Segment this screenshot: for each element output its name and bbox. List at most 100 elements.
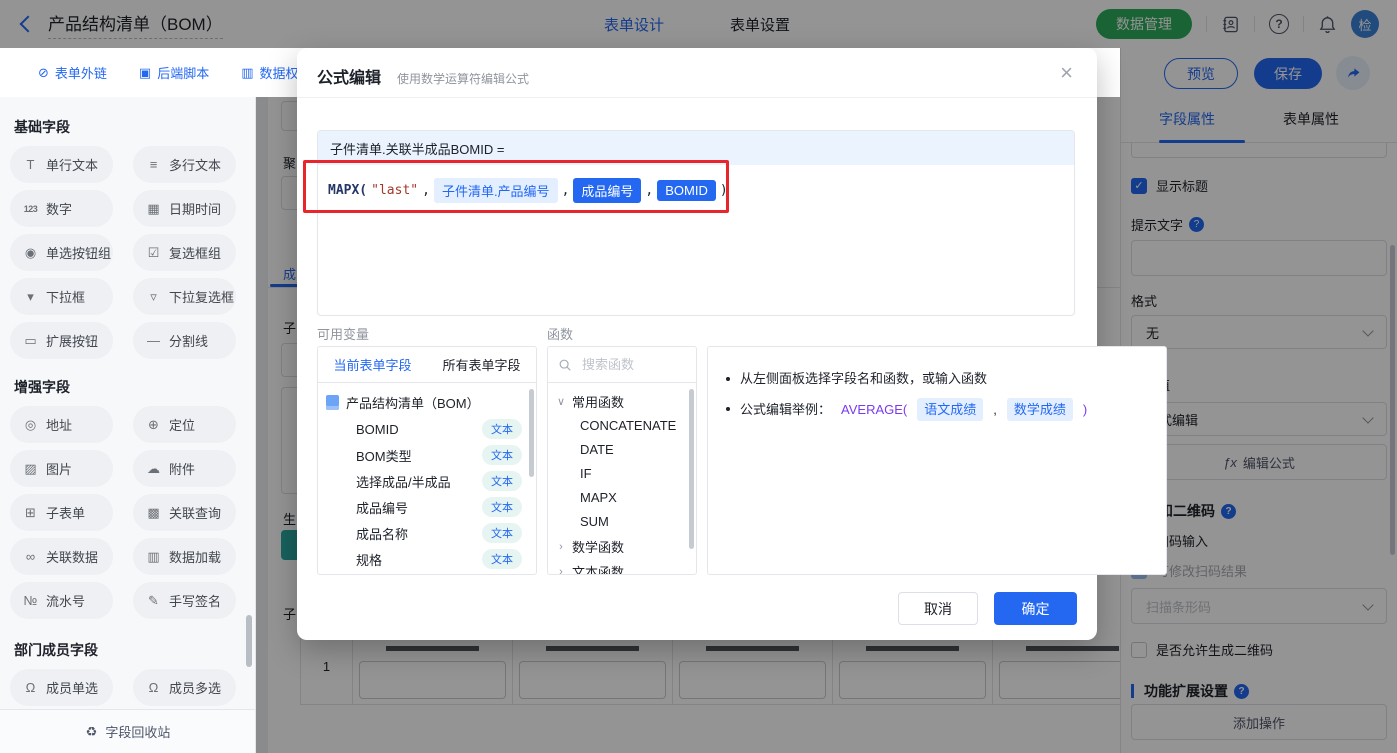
field-radio-group[interactable]: ◉单选按钮组 (10, 234, 113, 271)
question-icon[interactable] (1234, 684, 1249, 699)
cell-input[interactable] (999, 661, 1120, 699)
question-icon[interactable] (1189, 217, 1204, 232)
variables-scrollbar[interactable] (529, 389, 534, 477)
tab-all-form-fields[interactable]: 所有表单字段 (442, 355, 520, 374)
sidebar-scrollbar[interactable] (246, 615, 252, 667)
formula-expression[interactable]: MAPX("last", 子件清单.产品编号 , 成品编号 , BOMID ) (318, 165, 1074, 216)
variable-row[interactable]: 选择成品/半成品文本 (326, 468, 536, 494)
cloud-icon: ☁ (145, 461, 162, 477)
field-signature[interactable]: ✎手写签名 (133, 582, 236, 619)
function-item[interactable]: IF (556, 462, 696, 486)
cell-input[interactable] (679, 661, 826, 699)
contact-book-icon[interactable] (1221, 15, 1240, 34)
field-dropdown[interactable]: ▾下拉框 (10, 278, 113, 315)
formula-editor-box[interactable]: 子件清单.关联半成品BOMID = MAPX("last", 子件清单.产品编号… (317, 130, 1075, 316)
data-manage-button[interactable]: 数据管理 (1096, 9, 1192, 39)
edit-formula-button[interactable]: ƒx 编辑公式 (1131, 444, 1387, 480)
allow-qr-checkbox[interactable]: 是否允许生成二维码 (1131, 640, 1273, 659)
confirm-button[interactable]: 确定 (994, 592, 1077, 625)
field-divider[interactable]: —分割线 (133, 322, 236, 359)
variable-row[interactable]: BOMID文本 (326, 416, 536, 442)
bell-icon[interactable] (1318, 15, 1337, 34)
function-search-input[interactable] (580, 356, 684, 373)
field-chip[interactable]: 子件清单.产品编号 (434, 178, 558, 203)
group-text-functions[interactable]: › 文本函数 (556, 559, 696, 575)
title-input-partial[interactable] (1131, 143, 1387, 158)
clipped-header (546, 646, 638, 651)
field-single-line-text[interactable]: T单行文本 (10, 146, 113, 183)
checkbox-icon[interactable] (1131, 642, 1147, 658)
image-icon: ▨ (22, 461, 39, 477)
field-data-load[interactable]: ▥数据加载 (133, 538, 236, 575)
field-address[interactable]: ◎地址 (10, 406, 113, 443)
clipped-header (386, 646, 478, 651)
field-linked-data[interactable]: ∞关联数据 (10, 538, 113, 575)
field-extend-button[interactable]: ▭扩展按钮 (10, 322, 113, 359)
field-serial-number[interactable]: №流水号 (10, 582, 113, 619)
page-title: 产品结构清单（BOM） (48, 10, 223, 39)
type-badge: 文本 (482, 497, 522, 517)
variable-row[interactable]: 成品编号文本 (326, 494, 536, 520)
field-recycle-bin[interactable]: ♻ 字段回收站 (0, 709, 256, 753)
close-icon[interactable]: × (1060, 62, 1073, 84)
pen-icon: ✎ (145, 593, 162, 609)
field-member-single[interactable]: Ω成员单选 (10, 669, 113, 706)
function-item[interactable]: MAPX (556, 486, 696, 510)
avatar[interactable]: 检 (1351, 10, 1379, 38)
field-location[interactable]: ⊕定位 (133, 406, 236, 443)
variable-row[interactable]: BOM类型文本 (326, 442, 536, 468)
help-icon[interactable] (1269, 14, 1289, 34)
number-icon: 123 (22, 204, 39, 214)
question-icon[interactable] (1221, 504, 1236, 519)
field-subform[interactable]: ⊞子表单 (10, 494, 113, 531)
back-icon[interactable] (20, 16, 37, 33)
hint-text-input[interactable] (1131, 240, 1387, 276)
group-common-functions[interactable]: ∨ 常用函数 (556, 389, 696, 414)
checkbox-checked-icon[interactable] (1131, 178, 1147, 194)
cancel-button[interactable]: 取消 (898, 592, 978, 625)
basic-field-grid: T单行文本 ≡多行文本 123数字 ▦日期时间 ◉单选按钮组 ☑复选框组 ▾下拉… (0, 146, 255, 359)
default-value-select[interactable]: 公式编辑 (1131, 402, 1387, 436)
function-item[interactable]: SUM (556, 510, 696, 534)
field-linked-query[interactable]: ▩关联查询 (133, 494, 236, 531)
field-image[interactable]: ▨图片 (10, 450, 113, 487)
cell-input[interactable] (519, 661, 666, 699)
save-button[interactable]: 保存 (1254, 58, 1322, 89)
function-item[interactable]: CONCATENATE (556, 414, 696, 438)
variable-row[interactable]: 规格文本 (326, 546, 536, 572)
variable-row[interactable]: 成品名称文本 (326, 520, 536, 546)
share-button[interactable] (1336, 56, 1370, 90)
functions-scrollbar[interactable] (689, 389, 694, 549)
tree-root[interactable]: 产品结构清单（BOM） (326, 389, 536, 416)
tab-form-settings[interactable]: 表单设置 (730, 14, 790, 35)
divider (1303, 16, 1304, 32)
panel-scrollbar[interactable] (1390, 245, 1395, 555)
form-external-link-button[interactable]: ⊘ 表单外链 (38, 63, 107, 82)
group-math-functions[interactable]: › 数学函数 (556, 534, 696, 559)
field-multi-line-text[interactable]: ≡多行文本 (133, 146, 236, 183)
cell-input[interactable] (839, 661, 986, 699)
field-checkbox-group[interactable]: ☑复选框组 (133, 234, 236, 271)
function-item[interactable]: DATE (556, 438, 696, 462)
cell-input[interactable] (359, 661, 506, 699)
show-title-checkbox[interactable]: 显示标题 (1131, 176, 1208, 195)
backend-script-button[interactable]: ▣ 后端脚本 (139, 63, 209, 82)
crosshair-icon: ⊕ (145, 417, 162, 433)
field-multi-dropdown[interactable]: ▿下拉复选框 (133, 278, 236, 315)
data-permission-button[interactable]: ▥ 数据权 (241, 63, 297, 82)
tab-field-properties[interactable]: 字段属性 (1159, 109, 1215, 129)
field-attachment[interactable]: ☁附件 (133, 450, 236, 487)
field-number[interactable]: 123数字 (10, 190, 113, 227)
add-action-button[interactable]: 添加操作 (1131, 704, 1387, 740)
field-member-multi[interactable]: Ω成员多选 (133, 669, 236, 706)
tab-current-form-fields[interactable]: 当前表单字段 (333, 355, 411, 374)
tab-form-properties[interactable]: 表单属性 (1283, 109, 1339, 129)
tab-form-design[interactable]: 表单设计 (604, 14, 664, 35)
field-datetime[interactable]: ▦日期时间 (133, 190, 236, 227)
field-chip[interactable]: 成品编号 (573, 178, 641, 203)
chevron-down-icon (1362, 325, 1373, 336)
preview-button[interactable]: 预览 (1164, 58, 1238, 89)
format-select[interactable]: 无 (1131, 315, 1387, 349)
function-search[interactable] (548, 347, 696, 383)
field-chip[interactable]: BOMID (657, 180, 716, 201)
